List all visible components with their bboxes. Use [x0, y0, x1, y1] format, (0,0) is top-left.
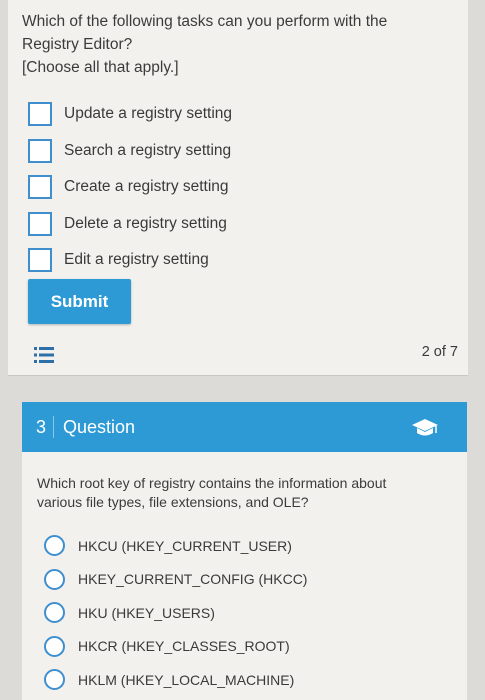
checkbox-label: Update a registry setting [64, 105, 233, 123]
question-header-title: Question [63, 416, 136, 437]
checkbox-option[interactable]: Search a registry setting [28, 133, 232, 170]
radio-label: HKU (HKEY_USERS) [78, 604, 215, 621]
question-text-line: [Choose all that apply.] [22, 59, 179, 76]
question-card-3: 3 Question Which root key of registry co… [22, 402, 467, 700]
radio-option[interactable]: HKCR (HKEY_CLASSES_ROOT) [44, 630, 307, 664]
checkbox-label: Search a registry setting [64, 141, 232, 159]
question-text-line: Which of the following tasks can you per… [22, 13, 388, 30]
page-counter: 2 of 7 [421, 344, 458, 360]
checkbox[interactable] [28, 138, 52, 163]
checkbox-label: Create a registry setting [64, 178, 229, 196]
checkbox-option[interactable]: Update a registry setting [28, 96, 232, 133]
question-text: Which root key of registry contains the … [37, 474, 447, 512]
radio-button[interactable] [44, 635, 65, 657]
checkbox-option[interactable]: Delete a registry setting [28, 206, 232, 243]
radio-label: HKCU (HKEY_CURRENT_USER) [78, 537, 292, 554]
checkbox[interactable] [28, 102, 52, 127]
checkbox[interactable] [28, 211, 52, 236]
radio-button[interactable] [44, 669, 65, 691]
list-icon[interactable] [34, 346, 54, 364]
checkbox-label: Edit a registry setting [64, 251, 209, 269]
radio-option[interactable]: HKEY_CURRENT_CONFIG (HKCC) [44, 563, 307, 597]
radio-option[interactable]: HKU (HKEY_USERS) [44, 596, 307, 630]
radio-label: HKEY_CURRENT_CONFIG (HKCC) [78, 571, 308, 588]
question-text-line: various file types, file extensions, and… [37, 494, 309, 510]
submit-button[interactable]: Submit [28, 279, 131, 324]
radio-option[interactable]: HKLM (HKEY_LOCAL_MACHINE) [44, 663, 307, 697]
radio-button[interactable] [44, 568, 65, 590]
radio-label: HKCR (HKEY_CLASSES_ROOT) [78, 638, 290, 655]
radio-label: HKLM (HKEY_LOCAL_MACHINE) [78, 671, 295, 688]
question-text-line: Registry Editor? [22, 36, 133, 53]
question-text: Which of the following tasks can you per… [22, 10, 442, 79]
question-card-2: Which of the following tasks can you per… [8, 0, 468, 376]
radio-button[interactable] [44, 602, 65, 624]
graduation-cap-icon [412, 419, 438, 436]
question-header: 3 Question [22, 402, 467, 452]
radio-option-list: HKCU (HKEY_CURRENT_USER) HKEY_CURRENT_CO… [44, 529, 307, 697]
question-number: 3 [36, 416, 47, 437]
checkbox[interactable] [28, 175, 52, 200]
checkbox-label: Delete a registry setting [64, 214, 227, 232]
checkbox-option[interactable]: Edit a registry setting [28, 242, 232, 279]
radio-button[interactable] [44, 535, 65, 557]
radio-option[interactable]: HKCU (HKEY_CURRENT_USER) [44, 529, 307, 563]
question-text-line: Which root key of registry contains the … [37, 475, 387, 491]
header-divider [53, 416, 55, 438]
checkbox-option-list: Update a registry setting Search a regis… [28, 96, 232, 279]
checkbox-option[interactable]: Create a registry setting [28, 169, 232, 206]
checkbox[interactable] [28, 248, 52, 273]
